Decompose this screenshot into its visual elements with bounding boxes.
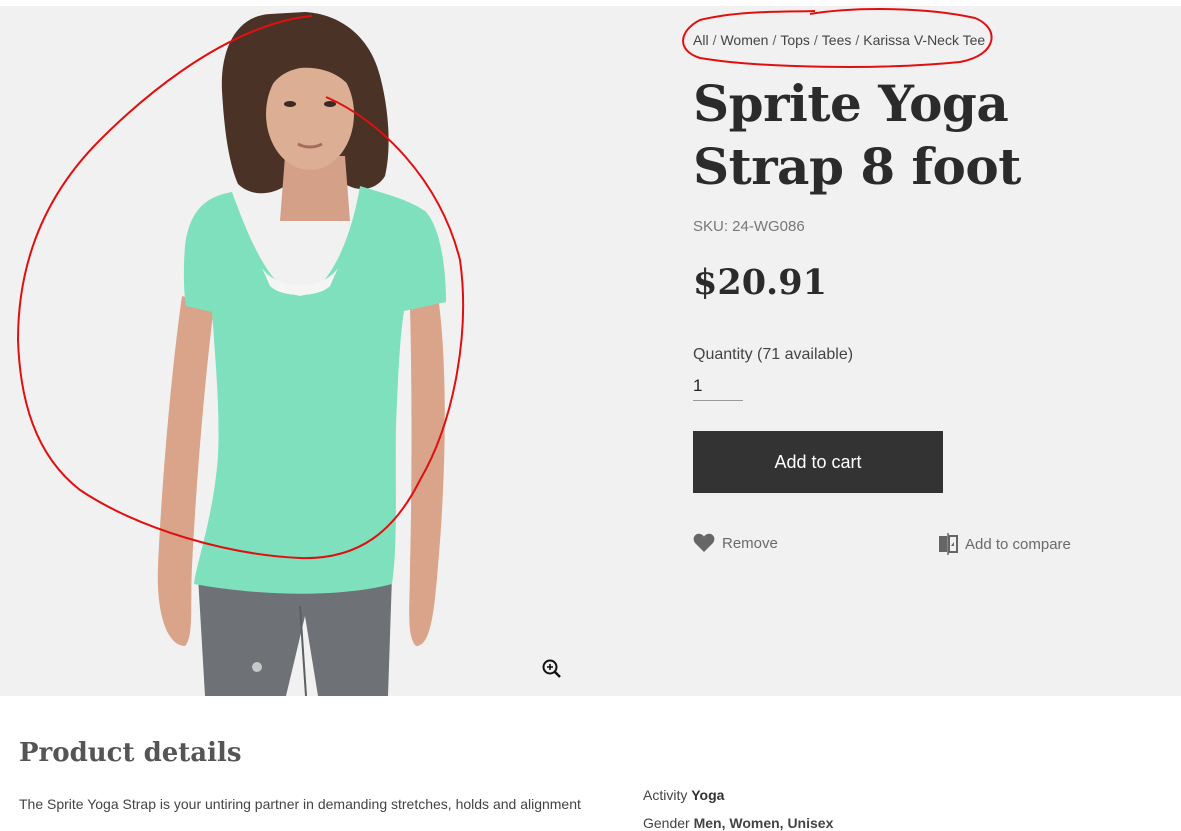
- breadcrumb-women[interactable]: Women: [720, 32, 768, 48]
- add-to-cart-button[interactable]: Add to cart: [693, 431, 943, 493]
- product-photo: [157, 12, 446, 696]
- attribute-value: Yoga: [691, 787, 725, 803]
- zoom-in-icon[interactable]: [541, 658, 563, 680]
- attribute-gender: Gender Men, Women, Unisex: [643, 815, 833, 831]
- product-price: $20.91: [693, 262, 827, 303]
- gallery-dot[interactable]: [252, 662, 262, 672]
- product-title: Sprite Yoga Strap 8 foot: [693, 74, 1021, 196]
- product-sku: SKU: 24-WG086: [693, 218, 805, 235]
- attribute-value: Men, Women, Unisex: [693, 815, 834, 831]
- product-hero: All / Women / Tops / Tees / Karissa V-Neck Tee S…: [0, 6, 1181, 696]
- product-description: The Sprite Yoga Strap is your untiring p…: [19, 796, 581, 812]
- heart-icon: [693, 533, 715, 552]
- add-to-compare-button[interactable]: Add to compare: [938, 533, 1071, 555]
- compare-icon: [939, 533, 958, 555]
- breadcrumb-tees[interactable]: Tees: [822, 32, 852, 48]
- attribute-label: Activity: [643, 787, 688, 803]
- remove-label: Remove: [722, 534, 778, 552]
- breadcrumb-tops[interactable]: Tops: [780, 32, 810, 48]
- product-details-heading: Product details: [19, 738, 242, 768]
- product-gallery[interactable]: [0, 6, 650, 696]
- attribute-label: Gender: [643, 815, 690, 831]
- quantity-input[interactable]: [693, 372, 743, 401]
- quantity-label: Quantity (71 available): [693, 346, 854, 363]
- remove-wishlist-button[interactable]: Remove: [693, 533, 778, 553]
- compare-label: Add to compare: [965, 535, 1071, 553]
- attribute-activity: Activity Yoga: [643, 787, 724, 803]
- breadcrumb: All / Women / Tops / Tees / Karissa V-Neck Tee: [693, 32, 986, 48]
- breadcrumb-all[interactable]: All: [693, 32, 709, 48]
- breadcrumb-current[interactable]: Karissa V-Neck Tee: [863, 32, 985, 48]
